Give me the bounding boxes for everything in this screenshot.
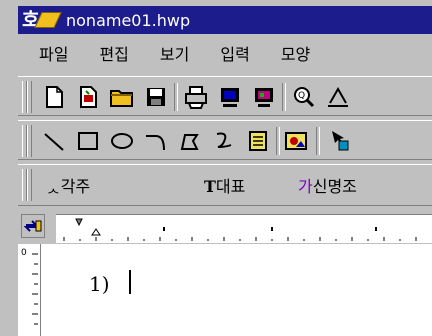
new-document-icon[interactable] — [40, 83, 68, 111]
style-name: 각주 — [60, 177, 91, 196]
spell-check-icon[interactable] — [324, 83, 352, 111]
ruler-row — [18, 210, 432, 244]
zoom-icon[interactable]: Q — [290, 83, 318, 111]
font-name-icon: 가 — [298, 177, 313, 196]
menu-insert[interactable]: 입력 — [220, 41, 249, 65]
menu-file[interactable]: 파일 — [39, 41, 68, 65]
window-left-edge — [0, 0, 18, 336]
style-selector[interactable]: ᆺ각주 — [46, 173, 90, 197]
toolbar-separator — [276, 127, 280, 155]
save-disk-icon[interactable] — [142, 83, 170, 111]
standard-toolbar: Q — [18, 76, 432, 116]
toolbar-grip[interactable] — [27, 81, 32, 113]
toolbar-separator — [174, 83, 178, 111]
menu-view[interactable]: 보기 — [160, 41, 189, 65]
menu-format[interactable]: 모양 — [281, 41, 310, 65]
drawing-toolbar — [18, 120, 432, 160]
title-bar[interactable]: 호 noname01.hwp — [18, 6, 432, 34]
style-icon: ᆺ — [46, 177, 61, 196]
toolbar-separator — [282, 83, 286, 111]
font-type-icon: T — [204, 177, 216, 196]
font-family-selector[interactable]: T대표 — [204, 173, 245, 197]
format-toolbar: ᆺ각주 T대표 가신명조 — [18, 164, 432, 206]
menu-bar: 파일 편집 보기 입력 모양 — [18, 34, 432, 72]
horizontal-ruler[interactable] — [56, 214, 432, 243]
open-folder-icon[interactable] — [108, 83, 136, 111]
print-preview-icon[interactable] — [216, 83, 244, 111]
rectangle-tool-icon[interactable] — [74, 127, 102, 155]
ruler-corner-button[interactable] — [21, 214, 45, 238]
document-line: 1) — [89, 272, 110, 296]
ellipse-tool-icon[interactable] — [108, 127, 136, 155]
document-page[interactable]: 1) — [41, 244, 432, 336]
polygon-tool-icon[interactable] — [176, 127, 204, 155]
text-caret — [129, 270, 131, 294]
toolbar-grip[interactable] — [27, 125, 32, 157]
freehand-tool-icon[interactable] — [210, 127, 238, 155]
vertical-ruler[interactable]: 0 — [18, 244, 41, 336]
menu-edit[interactable]: 편집 — [99, 41, 128, 65]
font-name-selector[interactable]: 가신명조 — [298, 173, 357, 197]
text-box-icon[interactable] — [244, 127, 272, 155]
print-icon[interactable] — [182, 83, 210, 111]
svg-text:Q: Q — [298, 91, 305, 101]
window-title: noname01.hwp — [66, 10, 191, 30]
font-name: 신명조 — [312, 177, 357, 196]
picture-icon[interactable] — [282, 127, 310, 155]
hwp-app-icon[interactable]: 호 — [22, 8, 62, 32]
toolbar-grip[interactable] — [27, 169, 32, 201]
screen-view-icon[interactable] — [250, 83, 278, 111]
object-select-icon[interactable] — [324, 127, 352, 155]
toolbar-separator — [316, 127, 320, 155]
arc-tool-icon[interactable] — [142, 127, 170, 155]
line-tool-icon[interactable] — [40, 127, 68, 155]
font-family-name: 대표 — [215, 177, 246, 196]
open-template-icon[interactable] — [74, 83, 102, 111]
